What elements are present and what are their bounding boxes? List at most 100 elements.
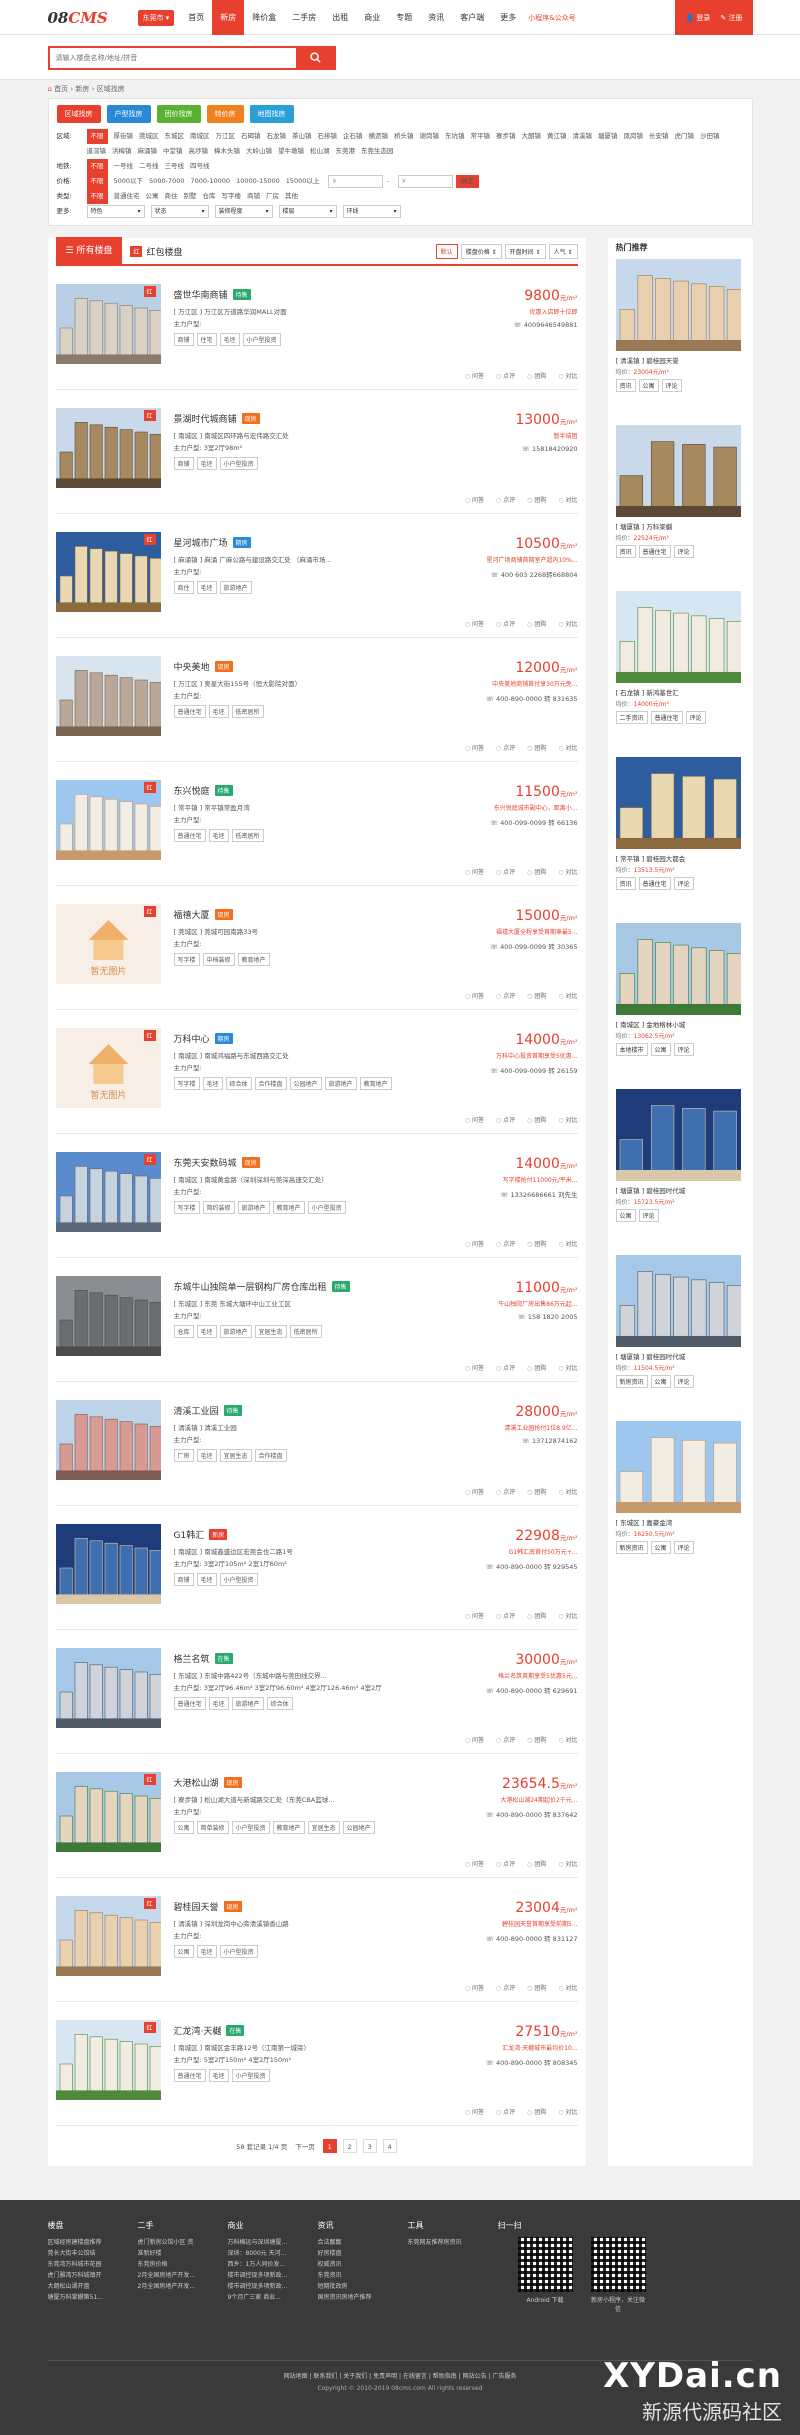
register-link[interactable]: ✎ 注册 [720,13,742,23]
side-thumb[interactable] [615,591,741,683]
listing-name[interactable]: 中央美地 [174,660,210,673]
price-min-input[interactable]: ¥ [328,175,384,188]
listing-name[interactable]: 东城牛山独院单一层钢构厂房仓库出租 [174,1280,327,1293]
listing-title[interactable]: 东兴悦庭 待售 [174,784,444,797]
action-3[interactable]: 对比 [558,2107,577,2116]
action-1[interactable]: 点评 [496,991,515,1000]
filter-option[interactable]: 常平镇 [471,129,491,144]
listing-title[interactable]: 中央美地 现房 [174,660,444,673]
filter-tab[interactable]: 特价房 [206,105,244,123]
action-3[interactable]: 对比 [558,1983,577,1992]
listing-title[interactable]: 东城牛山独院单一层钢构厂房仓库出租 待售 [174,1280,444,1293]
side-thumb[interactable] [615,259,741,351]
filter-option[interactable]: 莞城区 [139,129,159,144]
listing-thumb[interactable] [55,1648,161,1728]
filter-tab[interactable]: 户型找房 [106,105,151,123]
footer-link[interactable]: 万科棉远与深圳塘厦... [228,2237,318,2248]
tab-all-listings[interactable]: ☰ 所有楼盘 [55,237,123,265]
filter-option[interactable]: 5000-7000 [149,174,184,189]
listing-name[interactable]: 东莞天安数码城 [174,1156,237,1169]
filter-option[interactable]: 一号线 [114,159,134,174]
action-0[interactable]: 问答 [465,1983,484,1992]
mini-program-link[interactable]: 小程序&公众号 [528,13,575,23]
side-name[interactable]: [ 石龙镇 ] 新鸿基世汇 [616,687,745,697]
side-thumb[interactable] [615,923,741,1015]
filter-option[interactable]: 虎门镇 [675,129,695,144]
filter-tab[interactable]: 地图找房 [249,105,294,123]
filter-option[interactable]: 商住 [165,189,178,204]
city-selector[interactable]: 东莞市 ▾ [137,9,175,26]
listing-name[interactable]: 星河城市广场 [174,536,228,549]
filter-tab[interactable]: 区域找房 [56,105,101,123]
listing-title[interactable]: 星河城市广场 期房 [174,536,444,549]
sort-option[interactable]: 默认 [435,244,458,259]
action-3[interactable]: 对比 [558,991,577,1000]
listing-thumb[interactable] [55,656,161,736]
page-number[interactable]: 4 [382,2139,397,2153]
filter-option[interactable]: 望牛墩镇 [278,144,304,159]
sort-option[interactable]: 人气 ⇕ [548,244,578,259]
action-3[interactable]: 对比 [558,619,577,628]
filter-select[interactable]: 特色 [86,205,145,218]
listing-name[interactable]: G1韩汇 [174,1528,205,1541]
listing-title[interactable]: 大港松山湖 现房 [174,1776,444,1789]
qr-code-block[interactable]: 新房小程序，关注微信 [590,2237,646,2313]
side-tag[interactable]: 评论 [685,711,706,724]
action-3[interactable]: 对比 [558,371,577,380]
footer-link[interactable]: 西乡：1万人同价发... [228,2259,318,2270]
qr-code-block[interactable]: Android 下载 [517,2237,573,2313]
side-tag[interactable]: 普通住宅 [650,711,683,724]
filter-option[interactable]: 公寓 [146,189,159,204]
action-1[interactable]: 点评 [496,743,515,752]
filter-option[interactable]: 不限 [86,174,108,189]
price-max-input[interactable]: ¥ [397,175,453,188]
action-0[interactable]: 问答 [465,1363,484,1372]
footer-link[interactable]: 区域经房建楼盘推荐 [48,2237,138,2248]
action-2[interactable]: 团购 [527,1859,546,1868]
listing-promo[interactable]: 优惠入店即十位即 [458,307,577,316]
filter-option[interactable]: 不限 [86,189,108,204]
filter-option[interactable]: 东坑镇 [445,129,465,144]
filter-option[interactable]: 四号线 [190,159,210,174]
listing-name[interactable]: 碧桂园天誉 [174,1900,219,1913]
filter-option[interactable]: 石碣镇 [241,129,261,144]
nav-item[interactable]: 专题 [388,0,420,35]
side-tag[interactable]: 资讯 [615,545,636,558]
filter-option[interactable]: 横沥镇 [369,129,389,144]
side-tag[interactable]: 新房资讯 [615,1375,648,1388]
side-tag[interactable]: 二手资讯 [615,711,648,724]
listing-title[interactable]: G1韩汇 新房 [174,1528,444,1541]
sort-option[interactable]: 楼盘价格 ⇕ [460,244,502,259]
action-3[interactable]: 对比 [558,1115,577,1124]
filter-option[interactable]: 仓库 [203,189,216,204]
filter-option[interactable]: 石排镇 [318,129,338,144]
action-2[interactable]: 团购 [527,619,546,628]
filter-select[interactable]: 状态 [150,205,209,218]
listing-title[interactable]: 清溪工业园 待售 [174,1404,444,1417]
filter-select[interactable]: 楼层 [278,205,337,218]
footer-link[interactable]: 楼市调控现多项新政... [228,2270,318,2281]
action-0[interactable]: 问答 [465,495,484,504]
footer-link[interactable]: 2月全国房地产开发... [138,2270,228,2281]
action-3[interactable]: 对比 [558,1487,577,1496]
filter-option[interactable]: 松山湖 [310,144,330,159]
login-link[interactable]: 👤 登录 [685,13,710,23]
action-1[interactable]: 点评 [496,619,515,628]
action-1[interactable]: 点评 [496,2107,515,2116]
listing-title[interactable]: 福禧大厦 现房 [174,908,444,921]
side-tag[interactable]: 普通住宅 [638,545,671,558]
filter-option[interactable]: 谢岗镇 [420,129,440,144]
side-tag[interactable]: 评论 [661,379,682,392]
footer-link[interactable]: 深圳：8000元 天河... [228,2248,318,2259]
listing-promo[interactable]: 汇龙湾·天樾城市最均价10... [458,2043,577,2052]
filter-option[interactable]: 东莞生态园 [361,144,394,159]
filter-option[interactable]: 不限 [86,159,108,174]
listing-title[interactable]: 盛世华南商铺 待售 [174,288,444,301]
side-thumb[interactable] [615,425,741,517]
side-thumb[interactable] [615,1255,741,1347]
filter-option[interactable]: 普通住宅 [114,189,140,204]
action-1[interactable]: 点评 [496,867,515,876]
action-0[interactable]: 问答 [465,867,484,876]
nav-item[interactable]: 新房 [212,0,245,35]
filter-option[interactable]: 商铺 [247,189,260,204]
